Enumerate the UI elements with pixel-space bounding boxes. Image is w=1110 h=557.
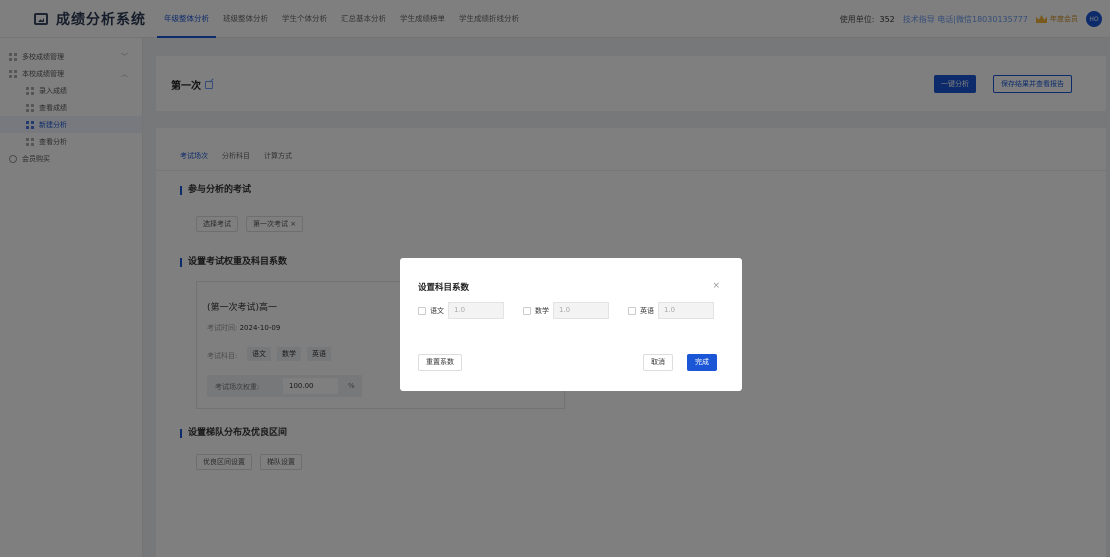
modal-overlay-top[interactable] [0,0,1110,38]
coef-english: 英语 1.0 [628,302,714,319]
cancel-button[interactable]: 取消 [643,354,673,371]
modal-title: 设置科目系数 [418,283,470,293]
close-icon[interactable]: × [712,281,720,291]
checkbox-english[interactable] [628,306,636,315]
checkbox-math[interactable] [523,306,531,315]
reset-coefficients-button[interactable]: 重置系数 [418,354,462,371]
coef-math: 数学 1.0 [523,302,609,319]
coef-chinese: 语文 1.0 [418,302,504,319]
coef-input-chinese[interactable]: 1.0 [448,302,504,319]
coef-label: 数学 [535,306,549,315]
subject-coefficient-modal: 设置科目系数 × 语文 1.0 数学 1.0 英语 1.0 重置系数 取消 完成 [400,258,742,391]
done-button[interactable]: 完成 [687,354,717,371]
coef-input-english[interactable]: 1.0 [658,302,714,319]
coef-label: 英语 [640,306,654,315]
modal-overlay-left[interactable] [0,38,143,557]
checkbox-chinese[interactable] [418,306,426,315]
coef-label: 语文 [430,306,444,315]
coef-input-math[interactable]: 1.0 [553,302,609,319]
